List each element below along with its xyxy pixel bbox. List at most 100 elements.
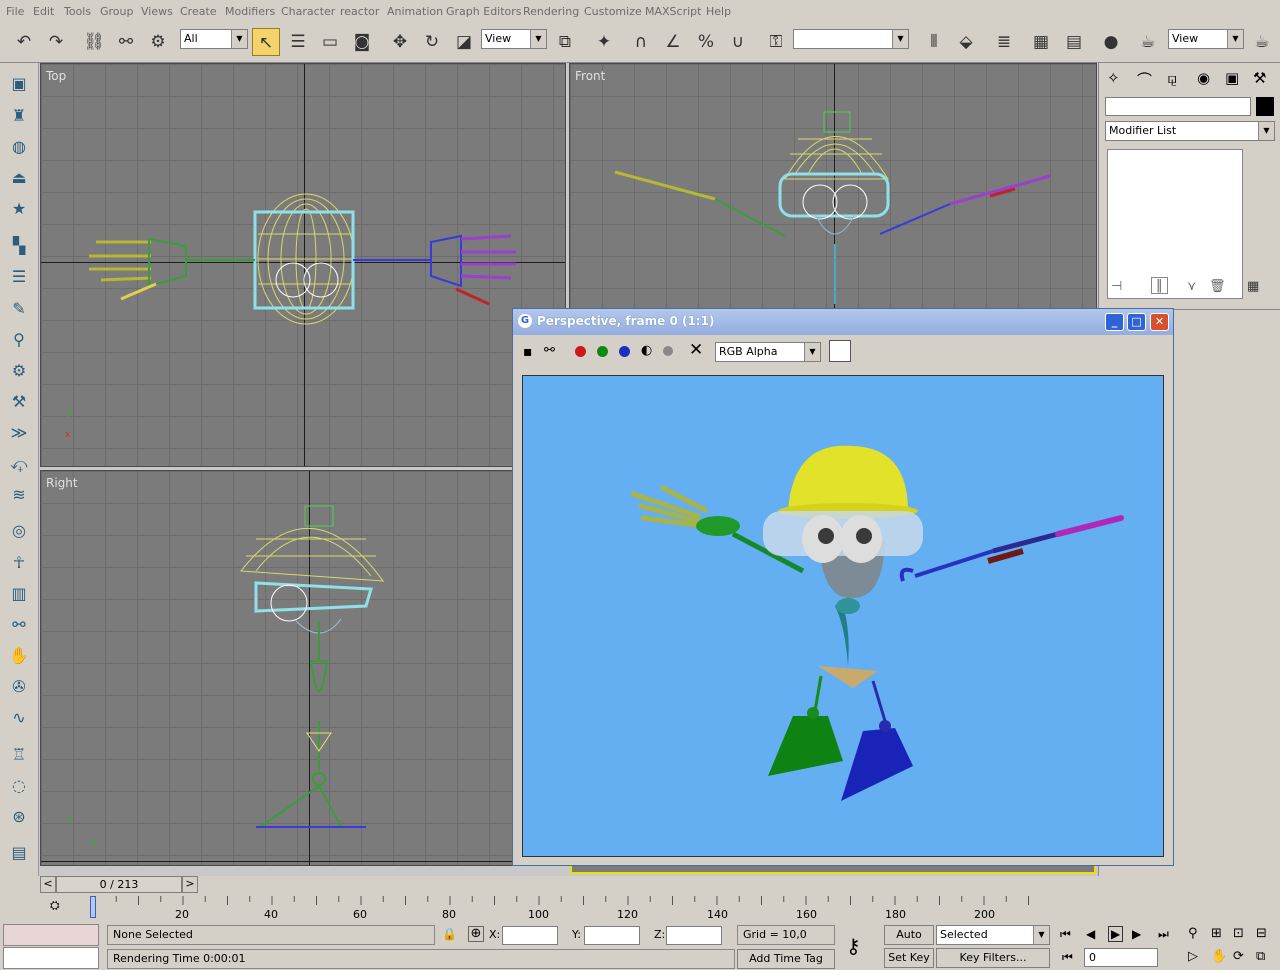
select-by-name-icon[interactable]: ☰ (284, 28, 312, 56)
show-end-result-icon[interactable]: ‖ (1151, 277, 1168, 294)
pan-icon[interactable]: ✋ (1211, 949, 1227, 964)
mono-channel-icon[interactable] (663, 346, 673, 356)
minimize-button[interactable]: _ (1105, 313, 1124, 331)
selection-filter-dropdown[interactable]: All ▼ (180, 29, 248, 49)
menu-create[interactable]: Create (180, 5, 217, 18)
maximize-viewport-icon[interactable]: ⧉ (1256, 949, 1265, 964)
z-coordinate-field[interactable] (666, 926, 722, 945)
menu-animation[interactable]: Animation (387, 5, 443, 18)
lasso-icon[interactable]: ◎ (5, 518, 33, 544)
viewport-top[interactable]: Top x y (40, 63, 566, 467)
pixel-color-swatch[interactable] (829, 340, 851, 362)
zoom-icon[interactable]: ⚲ (1188, 926, 1198, 941)
track-bar-icon[interactable]: ⛭ (50, 898, 72, 918)
rotate-icon[interactable]: ↻ (418, 28, 446, 56)
layer-manager-icon[interactable]: ≣ (990, 28, 1018, 56)
close-button[interactable]: ✕ (1150, 313, 1169, 331)
menu-reactor[interactable]: reactor (340, 5, 379, 18)
bend-icon[interactable]: ⤽ (5, 451, 33, 477)
modifier-list-dropdown[interactable]: Modifier List ▼ (1105, 121, 1275, 141)
y-coordinate-field[interactable] (584, 926, 640, 945)
motion-tab-icon[interactable]: ◉ (1197, 69, 1210, 87)
rectangular-selection-icon[interactable]: ▭ (316, 28, 344, 56)
play-icon[interactable]: ▶ (1108, 926, 1124, 942)
pivot-center-icon[interactable]: ⧉ (551, 28, 579, 56)
menu-maxscript[interactable]: MAXScript (645, 5, 701, 18)
save-bitmap-icon[interactable]: ▪ (523, 344, 533, 360)
menu-edit[interactable]: Edit (33, 5, 54, 18)
clear-icon[interactable]: ✕ (689, 340, 703, 360)
move-icon[interactable]: ✥ (386, 28, 414, 56)
star-icon[interactable]: ★ (5, 196, 33, 222)
curve-editor-icon[interactable]: ▦ (1027, 28, 1055, 56)
time-slider[interactable]: 0 / 213 (56, 876, 182, 893)
configure-modifier-sets-icon[interactable]: ▦ (1247, 279, 1259, 294)
go-to-end-icon[interactable]: ⏭ (1158, 927, 1169, 942)
next-frame-icon[interactable]: ▶ (1132, 927, 1141, 941)
create-tab-icon[interactable]: ✧ (1107, 69, 1120, 87)
checker-icon[interactable]: ▚ (5, 233, 33, 259)
add-time-tag-button[interactable]: Add Time Tag (737, 949, 835, 969)
percent-snap-icon[interactable]: % (692, 28, 720, 56)
list-icon[interactable]: ▤ (5, 840, 33, 866)
make-unique-icon[interactable]: ⋎ (1187, 279, 1197, 294)
schematic-view-icon[interactable]: ▤ (1060, 28, 1088, 56)
unlink-icon[interactable]: ⚯ (112, 28, 140, 56)
redo-icon[interactable]: ↷ (42, 28, 70, 56)
track-bar[interactable]: 20 40 60 80 100 120 140 160 180 200 (88, 896, 1096, 922)
quick-render-icon[interactable]: ☕ (1248, 28, 1276, 56)
display-channel-dropdown[interactable]: RGB Alpha ▼ (715, 342, 821, 362)
pencil-icon[interactable]: ✎ (5, 296, 33, 322)
auto-key-button[interactable]: Auto Key (884, 925, 934, 959)
pin-stack-icon[interactable]: ⊣ (1111, 279, 1122, 294)
menu-help[interactable]: Help (706, 5, 731, 18)
sphere-icon[interactable]: ◍ (5, 134, 33, 160)
spline-icon[interactable]: ∿ (5, 705, 33, 731)
link-icon[interactable]: ⊛ (5, 804, 33, 830)
field-of-view-icon[interactable]: ▷ (1188, 949, 1198, 964)
maxscript-listener-pink[interactable] (3, 924, 99, 946)
blue-channel-icon[interactable] (619, 346, 630, 357)
select-and-link-icon[interactable]: ⛓ (80, 28, 108, 56)
go-to-start-icon[interactable]: ⏮ (1060, 927, 1071, 942)
previous-frame-icon[interactable]: ◀ (1086, 927, 1095, 941)
green-channel-icon[interactable] (597, 346, 608, 357)
panel-icon[interactable]: ▥ (5, 581, 33, 607)
menu-group[interactable]: Group (100, 5, 134, 18)
menu-tools[interactable]: Tools (64, 5, 91, 18)
skin-icon[interactable]: ✋ (5, 643, 33, 669)
zoom-extents-icon[interactable]: ⊡ (1233, 926, 1244, 941)
render-view-dropdown[interactable]: View ▼ (1168, 29, 1244, 49)
material-editor-icon[interactable]: ● (1097, 28, 1125, 56)
menu-graph-editors[interactable]: Graph Editors (446, 5, 522, 18)
maxscript-listener-white[interactable] (3, 947, 99, 969)
lock-selection-icon[interactable]: 🔒 (442, 927, 457, 941)
gear-icon[interactable]: ⚙ (5, 358, 33, 384)
clone-window-icon[interactable]: ⚯ (544, 343, 555, 358)
red-channel-icon[interactable] (575, 346, 586, 357)
named-selection-sets-dropdown[interactable]: ▼ (793, 29, 909, 49)
spinner-snap-icon[interactable]: ∪ (724, 28, 752, 56)
time-slider-prev[interactable]: < (40, 876, 56, 893)
fish-icon[interactable]: ≫ (5, 420, 33, 446)
wave-icon[interactable]: ≋ (5, 482, 33, 508)
globe-icon[interactable]: ◌ (5, 773, 33, 799)
select-object-icon[interactable]: ↖ (252, 28, 280, 56)
hierarchy-tab-icon[interactable]: ⚼ (1167, 69, 1177, 87)
remove-modifier-icon[interactable]: 🗑 (1209, 279, 1226, 294)
utilities-tab-icon[interactable]: ⚒ (1253, 69, 1266, 87)
key-mode-icon[interactable]: ⏮ (1062, 950, 1073, 965)
bone-icon[interactable]: ⚯ (5, 612, 33, 638)
time-slider-next[interactable]: > (182, 876, 198, 893)
named-selection-icon[interactable]: ⚿ (762, 28, 790, 56)
modify-tab-icon[interactable]: ⌒ (1137, 69, 1152, 90)
wrench-icon[interactable]: ⚒ (5, 389, 33, 415)
display-tab-icon[interactable]: ▣ (1225, 69, 1239, 87)
menu-character[interactable]: Character (281, 5, 335, 18)
menu-customize[interactable]: Customize (584, 5, 642, 18)
viewport-front[interactable]: Front (569, 63, 1097, 313)
cone-icon[interactable]: ⏏ (5, 165, 33, 191)
render-scene-icon[interactable]: ☕ (1134, 28, 1162, 56)
shirt-icon[interactable]: ♜ (5, 103, 33, 129)
absolute-mode-icon[interactable]: ⊕ (468, 926, 484, 942)
